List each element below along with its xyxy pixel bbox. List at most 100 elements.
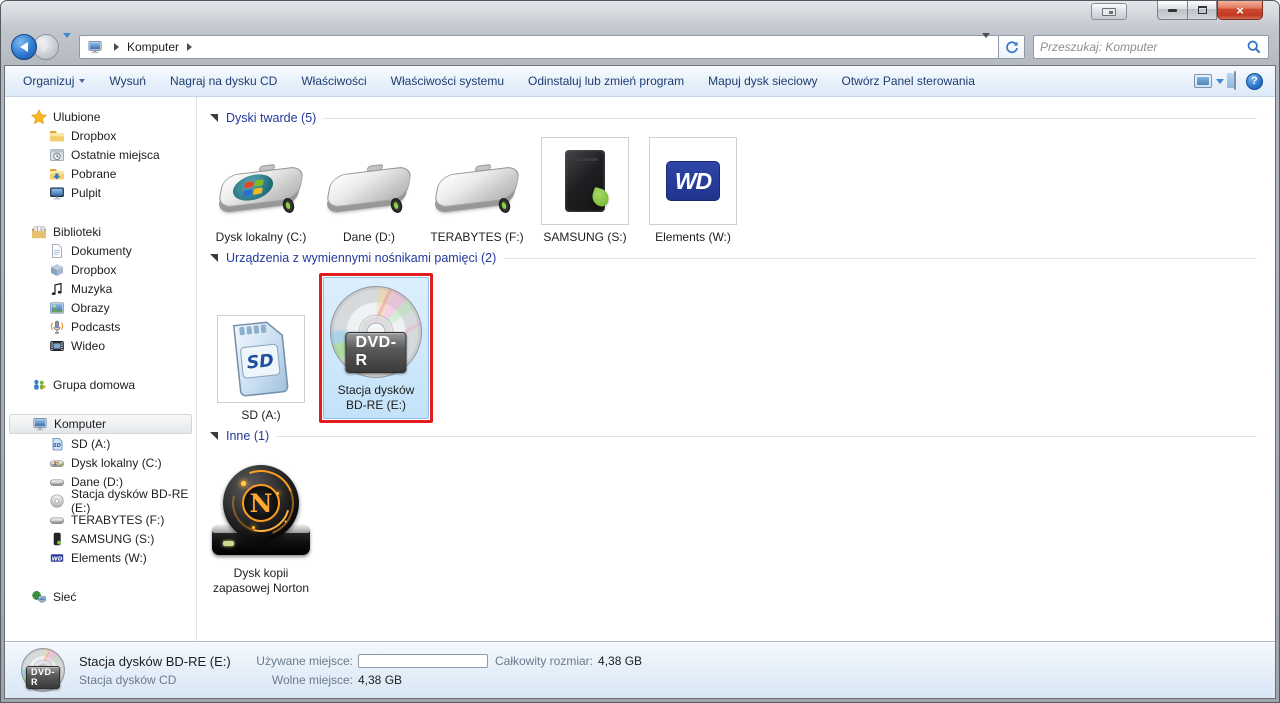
removable-row: SD SD (A:) DVD-R Stacja dysków BD-RE (E:…	[209, 273, 1267, 423]
explorer-window: × Komputer Organizuj Wysuń Nagraj na dys…	[0, 0, 1280, 703]
film-icon	[49, 338, 65, 354]
breadcrumb-item-komputer[interactable]: Komputer	[127, 40, 179, 54]
breadcrumb-arrow-icon[interactable]	[187, 43, 193, 51]
chevron-down-icon	[1216, 78, 1224, 84]
toolbar-control-panel-button[interactable]: Otwórz Panel sterowania	[829, 66, 986, 96]
red-annotation-box: DVD-R Stacja dysków BD-RE (E:)	[319, 273, 433, 423]
sidebar-group-libraries[interactable]: Biblioteki	[5, 222, 196, 241]
refresh-button[interactable]	[999, 35, 1025, 59]
maximize-button[interactable]	[1187, 1, 1217, 20]
sd-card-icon: SD	[232, 321, 289, 397]
dvd-r-badge: DVD-R	[345, 332, 407, 373]
total-size-value: 4,38 GB	[598, 653, 643, 668]
minimize-button[interactable]	[1157, 1, 1187, 20]
change-view-button[interactable]	[1194, 74, 1224, 88]
sidebar-item-elements-w[interactable]: Elements (W:)	[5, 548, 196, 567]
drive-item-samsung-s[interactable]: SAMSUNG (S:)	[533, 133, 637, 245]
sidebar-group-computer[interactable]: Komputer	[9, 414, 192, 434]
refresh-icon	[1004, 39, 1020, 55]
other-row: N Dysk kopii zapasowej Norton	[209, 451, 1267, 596]
details-title: Stacja dysków BD-RE (E:)	[79, 653, 231, 669]
optical-disc-icon	[49, 493, 65, 509]
breadcrumb-arrow-icon[interactable]	[114, 43, 119, 51]
sidebar-item-sd-a[interactable]: SD (A:)	[5, 434, 196, 453]
drive-item-terabytes-f[interactable]: TERABYTES (F:)	[425, 133, 529, 245]
toolbar-burn-button[interactable]: Nagraj na dysku CD	[158, 66, 289, 96]
minimize-icon	[1168, 8, 1177, 12]
windows-drive-icon	[49, 455, 65, 471]
sidebar-item-local-disk-c[interactable]: Dysk lokalny (C:)	[5, 453, 196, 472]
picture-icon	[49, 300, 65, 316]
drive-item-sd-a[interactable]: SD SD (A:)	[209, 311, 313, 423]
sidebar-group-favorites[interactable]: Ulubione	[5, 107, 196, 126]
drive-item-dane-d[interactable]: Dane (D:)	[317, 133, 421, 245]
sidebar-item-pictures[interactable]: Obrazy	[5, 298, 196, 317]
toolbar-properties-button[interactable]: Właściwości	[289, 66, 378, 96]
sidebar-item-bdre-e[interactable]: Stacja dysków BD-RE (E:)	[5, 487, 196, 515]
sidebar-item-podcasts[interactable]: Podcasts	[5, 317, 196, 336]
dvd-disc-icon: DVD-R	[21, 648, 65, 692]
help-button[interactable]: ?	[1246, 72, 1263, 90]
sidebar-group-homegroup[interactable]: Grupa domowa	[5, 375, 196, 394]
navigation-pane: Ulubione Dropbox Ostatnie miejsca Pobran…	[5, 97, 197, 641]
drive-item-bdre-e-selected[interactable]: DVD-R Stacja dysków BD-RE (E:)	[323, 277, 429, 419]
sidebar-item-documents[interactable]: Dokumenty	[5, 241, 196, 260]
toolbar-organize-button[interactable]: Organizuj	[11, 66, 97, 96]
sidebar-item-videos[interactable]: Wideo	[5, 336, 196, 355]
search-input[interactable]	[1040, 40, 1246, 54]
sidebar-item-recent-places[interactable]: Ostatnie miejsca	[5, 145, 196, 164]
titlebar[interactable]: ×	[1, 1, 1279, 29]
address-dropdown-button[interactable]	[978, 33, 994, 56]
recent-pages-button[interactable]	[63, 33, 71, 56]
forward-icon	[42, 42, 50, 52]
free-space-value: 4,38 GB	[358, 672, 403, 687]
wd-logo-icon: WD	[666, 161, 720, 201]
section-header-other[interactable]: Inne (1)	[209, 427, 1267, 445]
search-icon[interactable]	[1246, 39, 1262, 55]
hard-drives-row: Dysk lokalny (C:) Dane (D:) TERABYTES (F…	[209, 133, 1267, 245]
preview-pane-icon	[1234, 71, 1236, 90]
back-button[interactable]	[11, 34, 37, 60]
section-header-removable[interactable]: Urządzenia z wymiennymi nośnikami pamięc…	[209, 249, 1267, 267]
details-pane: DVD-R Stacja dysków BD-RE (E:) Stacja dy…	[5, 641, 1275, 698]
sidebar-item-samsung-s[interactable]: SAMSUNG (S:)	[5, 529, 196, 548]
close-button[interactable]: ×	[1217, 1, 1263, 20]
computer-icon	[32, 416, 48, 432]
preview-pane-button[interactable]	[1234, 71, 1236, 90]
wd-drive-icon	[49, 550, 65, 566]
section-header-hard-drives[interactable]: Dyski twarde (5)	[209, 109, 1267, 127]
collapse-icon	[210, 254, 218, 262]
toolbar-right-group: ?	[1194, 71, 1269, 90]
sidebar-group-network[interactable]: Sieć	[5, 587, 196, 606]
dvd-disc-icon: DVD-R	[330, 286, 422, 378]
titlebar-utility-button[interactable]	[1091, 3, 1127, 20]
sidebar-item-music[interactable]: Muzyka	[5, 279, 196, 298]
drive-item-elements-w[interactable]: WD Elements (W:)	[641, 133, 745, 245]
toolbar-uninstall-button[interactable]: Odinstaluj lub zmień program	[516, 66, 696, 96]
hard-drive-icon	[49, 512, 65, 528]
drive-item-norton-backup[interactable]: N Dysk kopii zapasowej Norton	[209, 451, 313, 596]
sidebar-item-dropbox[interactable]: Dropbox	[5, 126, 196, 145]
used-space-label: Używane miejsce:	[256, 653, 353, 668]
section-rule	[503, 257, 1257, 259]
toolbar-eject-button[interactable]: Wysuń	[97, 66, 158, 96]
used-space-progressbar	[358, 653, 488, 668]
sidebar-item-desktop[interactable]: Pulpit	[5, 183, 196, 202]
window-controls: ×	[1157, 1, 1263, 20]
toolbar-system-properties-button[interactable]: Właściwości systemu	[379, 66, 516, 96]
sidebar-item-dropbox-library[interactable]: Dropbox	[5, 260, 196, 279]
chevron-down-icon	[982, 33, 990, 55]
sidebar-item-downloads[interactable]: Pobrane	[5, 164, 196, 183]
windows-drive-icon	[211, 155, 311, 225]
drive-item-local-disk-c[interactable]: Dysk lokalny (C:)	[209, 133, 313, 245]
address-bar[interactable]: Komputer	[79, 33, 999, 59]
chevron-down-icon	[79, 79, 86, 83]
chevron-down-icon	[63, 33, 71, 55]
command-toolbar: Organizuj Wysuń Nagraj na dysku CD Właśc…	[5, 66, 1275, 97]
help-icon: ?	[1251, 75, 1258, 87]
search-box[interactable]	[1033, 35, 1269, 59]
toolbar-map-drive-button[interactable]: Mapuj dysk sieciowy	[696, 66, 829, 96]
folder-icon	[49, 128, 65, 144]
computer-icon	[87, 39, 103, 55]
collapse-icon	[210, 114, 218, 122]
